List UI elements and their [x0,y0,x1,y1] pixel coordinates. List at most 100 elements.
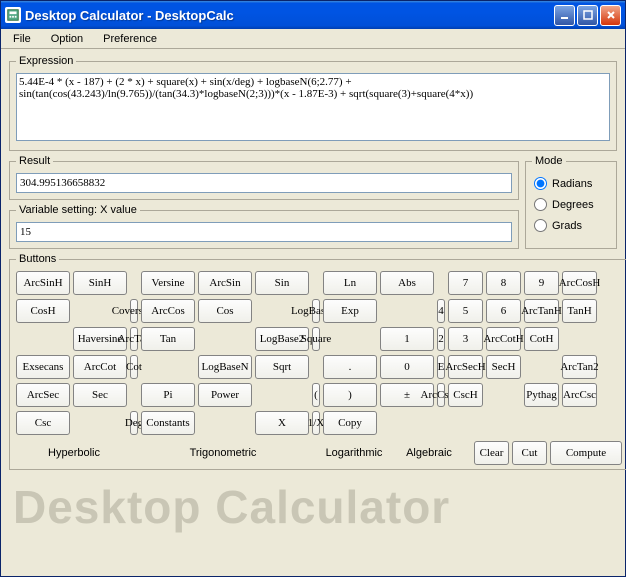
expression-input[interactable] [16,73,610,141]
btn-arccsc[interactable]: ArcCsc [562,383,597,407]
btn-5[interactable]: 5 [448,299,483,323]
btn-cosh[interactable]: CosH [16,299,70,323]
watermark: Desktop Calculator [9,474,617,534]
mode-degrees-label: Degrees [552,199,594,211]
btn-sec[interactable]: Sec [73,383,127,407]
btn-e[interactable]: E [437,355,445,379]
variable-label: Variable setting: X value [16,204,140,216]
menu-file[interactable]: File [5,31,39,47]
btn-constants[interactable]: Constants [141,411,195,435]
mode-grads[interactable]: Grads [534,219,608,232]
btn-arcsinh[interactable]: ArcSinH [16,271,70,295]
btn-tanh[interactable]: TanH [562,299,597,323]
btn-cot[interactable]: Cot [130,355,138,379]
variable-input[interactable] [16,222,512,242]
mode-radians-label: Radians [552,178,592,190]
btn-csc[interactable]: Csc [16,411,70,435]
btn-8[interactable]: 8 [486,271,521,295]
button-grid: ArcSinHSinHVersineArcSinSinLnAbs789ArcCo… [16,271,622,435]
btn-arccosh[interactable]: ArcCosH [562,271,597,295]
btn--[interactable]: ) [323,383,377,407]
btn-logbase10[interactable]: LogBase10 [312,299,320,323]
cat-logarithmic: Logarithmic [314,447,394,459]
btn--[interactable]: . [323,355,377,379]
btn-copy[interactable]: Copy [323,411,377,435]
btn-exsecans[interactable]: Exsecans [16,355,70,379]
close-button[interactable] [600,5,621,26]
btn-sqrt[interactable]: Sqrt [255,355,309,379]
btn-sech[interactable]: SecH [486,355,521,379]
buttons-panel: Buttons ArcSinHSinHVersineArcSinSinLnAbs… [9,253,626,470]
btn-x[interactable]: X [255,411,309,435]
app-icon [5,7,21,23]
titlebar[interactable]: Desktop Calculator - DesktopCalc [1,1,625,29]
btn-arcsec[interactable]: ArcSec [16,383,70,407]
mode-grads-radio[interactable] [534,219,547,232]
mode-radians-radio[interactable] [534,177,547,190]
app-window: Desktop Calculator - DesktopCalc File Op… [0,0,626,577]
btn-arccot[interactable]: ArcCot [73,355,127,379]
btn-arctan2[interactable]: ArcTan2 [562,355,597,379]
btn-ln[interactable]: Ln [323,271,377,295]
btn-abs[interactable]: Abs [380,271,434,295]
category-labels: Hyperbolic Trigonometric Logarithmic Alg… [16,447,464,459]
btn-csch[interactable]: CscH [448,383,483,407]
variable-panel: Variable setting: X value [9,204,519,249]
btn-arctanh[interactable]: ArcTanH [524,299,559,323]
btn-versine[interactable]: Versine [141,271,195,295]
btn-sin[interactable]: Sin [255,271,309,295]
btn-arcsech[interactable]: ArcSecH [448,355,483,379]
btn-coth[interactable]: CotH [524,327,559,351]
mode-degrees[interactable]: Degrees [534,198,608,211]
btn-1[interactable]: 1 [380,327,434,351]
clear-button[interactable]: Clear [474,441,509,465]
result-label: Result [16,155,53,167]
result-panel: Result [9,155,519,200]
bottom-strip: Hyperbolic Trigonometric Logarithmic Alg… [16,441,622,465]
btn-0[interactable]: 0 [380,355,434,379]
btn-1-x[interactable]: 1/X [312,411,320,435]
btn-cos[interactable]: Cos [198,299,252,323]
btn-logbasen[interactable]: LogBaseN [198,355,252,379]
middle-row: Result Variable setting: X value Mode Ra… [9,155,617,249]
btn-coversine[interactable]: Coversine [130,299,138,323]
menubar: File Option Preference [1,29,625,49]
btn-4[interactable]: 4 [437,299,445,323]
btn-deg[interactable]: Deg [130,411,138,435]
window-controls [554,5,621,26]
result-output[interactable] [16,173,512,193]
btn-6[interactable]: 6 [486,299,521,323]
menu-preference[interactable]: Preference [95,31,165,47]
mode-degrees-radio[interactable] [534,198,547,211]
mode-grads-label: Grads [552,220,582,232]
btn-arctan[interactable]: ArcTan [130,327,138,351]
btn-pi[interactable]: Pi [141,383,195,407]
btn--[interactable]: ( [312,383,320,407]
compute-button[interactable]: Compute [550,441,622,465]
maximize-button[interactable] [577,5,598,26]
btn-arccsch[interactable]: ArcCscH [437,383,445,407]
btn-square[interactable]: Square [312,327,320,351]
btn-tan[interactable]: Tan [141,327,195,351]
action-buttons: Clear Cut Compute [474,441,622,465]
mode-radians[interactable]: Radians [534,177,608,190]
btn-sinh[interactable]: SinH [73,271,127,295]
btn-exp[interactable]: Exp [323,299,377,323]
menu-option[interactable]: Option [43,31,91,47]
btn-7[interactable]: 7 [448,271,483,295]
btn-pythag[interactable]: Pythag [524,383,559,407]
cat-hyperbolic: Hyperbolic [16,447,132,459]
btn-arcsin[interactable]: ArcSin [198,271,252,295]
cat-algebraic: Algebraic [394,447,464,459]
minimize-button[interactable] [554,5,575,26]
btn-2[interactable]: 2 [437,327,445,351]
mode-label: Mode [532,155,566,167]
expression-label: Expression [16,55,76,67]
btn-arccos[interactable]: ArcCos [141,299,195,323]
btn-arccoth[interactable]: ArcCotH [486,327,521,351]
btn-power[interactable]: Power [198,383,252,407]
window-title: Desktop Calculator - DesktopCalc [25,8,554,23]
cut-button[interactable]: Cut [512,441,547,465]
btn-9[interactable]: 9 [524,271,559,295]
btn-3[interactable]: 3 [448,327,483,351]
